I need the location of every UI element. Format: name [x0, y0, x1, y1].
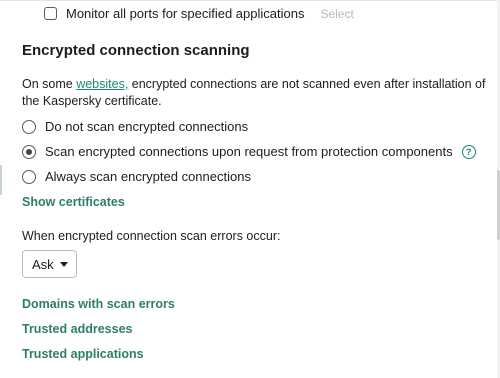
monitor-ports-row: Monitor all ports for specified applicat…	[44, 6, 354, 21]
radio-option-scan-on-request[interactable]: Scan encrypted connections upon request …	[22, 144, 476, 159]
websites-link[interactable]: websites,	[76, 77, 128, 91]
trusted-addresses-link[interactable]: Trusted addresses	[22, 322, 132, 336]
trusted-applications-link[interactable]: Trusted applications	[22, 347, 144, 361]
radio-label[interactable]: Do not scan encrypted connections	[45, 119, 248, 134]
chevron-down-icon	[59, 261, 68, 267]
radio-button-selected[interactable]	[22, 144, 36, 159]
top-divider	[0, 0, 500, 1]
show-certificates-link[interactable]: Show certificates	[22, 195, 125, 209]
radio-option-do-not-scan[interactable]: Do not scan encrypted connections	[22, 119, 248, 134]
monitor-ports-checkbox[interactable]	[44, 7, 57, 20]
monitor-ports-label[interactable]: Monitor all ports for specified applicat…	[66, 6, 304, 21]
select-applications-link[interactable]: Select	[320, 7, 353, 21]
radio-button[interactable]	[22, 119, 36, 134]
left-edge-accent	[0, 165, 2, 195]
domains-with-scan-errors-link[interactable]: Domains with scan errors	[22, 297, 175, 311]
description-text-start: On some	[22, 77, 77, 91]
section-title: Encrypted connection scanning	[22, 42, 250, 59]
help-icon[interactable]: ?	[461, 144, 476, 159]
dropdown-value: Ask	[32, 256, 54, 272]
scan-errors-label: When encrypted connection scan errors oc…	[22, 229, 281, 243]
radio-option-always-scan[interactable]: Always scan encrypted connections	[22, 169, 251, 184]
radio-label[interactable]: Always scan encrypted connections	[45, 169, 251, 184]
scan-errors-dropdown[interactable]: Ask	[22, 250, 77, 278]
radio-label[interactable]: Scan encrypted connections upon request …	[45, 144, 453, 159]
section-description: On some websites, encrypted connections …	[22, 76, 492, 110]
radio-button[interactable]	[22, 169, 36, 184]
